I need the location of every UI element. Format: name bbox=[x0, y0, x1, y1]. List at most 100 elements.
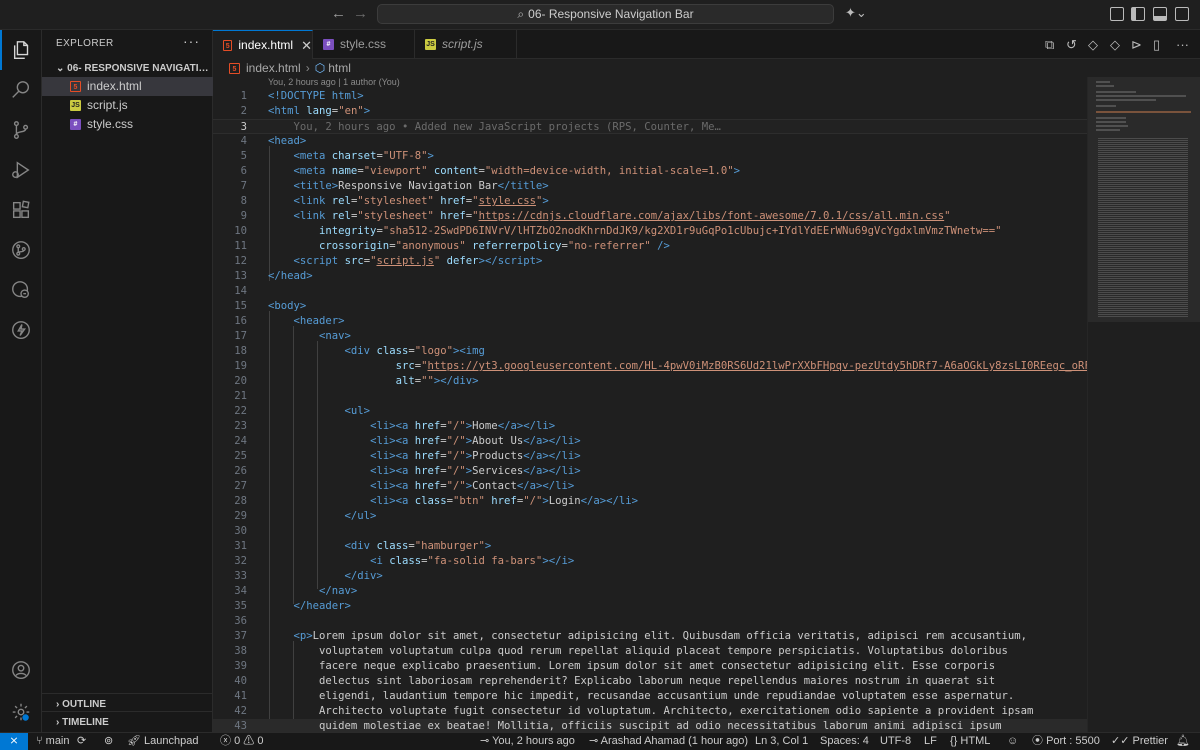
js-file-icon: JS bbox=[70, 100, 81, 111]
logo-src-link[interactable]: https://yt3.googleusercontent.com/HL-4pw… bbox=[427, 360, 1087, 372]
branch-label: main bbox=[45, 735, 70, 747]
launchpad-item[interactable]: 🚀︎ Launchpad bbox=[127, 733, 198, 750]
customize-layout-icon[interactable] bbox=[1175, 7, 1189, 21]
author-status[interactable]: ⊸ Arashad Ahamad (1 hour ago) bbox=[589, 733, 748, 750]
remote-explorer-icon[interactable] bbox=[0, 270, 42, 310]
code-line: 17 <nav> bbox=[234, 330, 351, 342]
git-icon[interactable]: ⊚ bbox=[104, 733, 113, 750]
cursor-position[interactable]: Ln 3, Col 1 bbox=[755, 733, 808, 750]
file-item-script-js[interactable]: JS script.js bbox=[42, 96, 213, 115]
chevron-down-icon: ⌄ bbox=[56, 63, 68, 74]
sync-icon[interactable]: ⟳ bbox=[77, 733, 86, 750]
command-center-search[interactable]: ⌕ 06- Responsive Navigation Bar bbox=[377, 4, 834, 24]
branch-icon: ⑂ bbox=[36, 735, 46, 747]
stylesheet-link[interactable]: https://cdnjs.cloudflare.com/ajax/libs/f… bbox=[479, 210, 945, 222]
code-editor[interactable]: You, 2 hours ago | 1 author (You) 1 <!DOC… bbox=[213, 77, 1087, 732]
workspace-folder[interactable]: ⌄ 06- RESPONSIVE NAVIGATION ... bbox=[42, 60, 213, 78]
timeline-back-icon[interactable]: ↺ bbox=[1066, 37, 1077, 53]
problems-indicator[interactable]: ⓧ 0 ⚠ 0 bbox=[220, 733, 263, 750]
previous-change-icon[interactable]: ◇ bbox=[1088, 37, 1098, 53]
indentation[interactable]: Spaces: 4 bbox=[820, 733, 869, 750]
notifications-bell-icon[interactable]: 🔔︎ bbox=[1176, 733, 1190, 750]
code-line: 13 </head> bbox=[234, 270, 313, 282]
next-change-icon[interactable]: ◇ bbox=[1110, 37, 1120, 53]
more-actions-icon[interactable]: ··· bbox=[1176, 37, 1189, 52]
file-label: script.js bbox=[87, 98, 128, 112]
code-line: 18 <div class="logo"><img bbox=[234, 345, 485, 357]
remote-indicator-icon[interactable]: ⨯ bbox=[0, 733, 28, 750]
explorer-sidebar: EXPLORER ··· ⌄ 06- RESPONSIVE NAVIGATION… bbox=[42, 30, 213, 732]
more-actions-icon[interactable]: ··· bbox=[183, 33, 200, 49]
timeline-section[interactable]: › TIMELINE bbox=[42, 711, 213, 733]
code-line: 28 <li><a class="btn" href="/">Login</a>… bbox=[234, 495, 639, 507]
split-editor-icon[interactable]: ▯ bbox=[1153, 37, 1160, 53]
forward-arrow-icon[interactable]: → bbox=[353, 6, 368, 22]
double-check-icon: ✓✓ bbox=[1111, 735, 1133, 747]
code-line: 7 <title>Responsive Navigation Bar</titl… bbox=[240, 180, 549, 192]
open-preview-icon[interactable]: ⧉ bbox=[1045, 37, 1054, 53]
close-icon[interactable]: ✕ bbox=[301, 31, 312, 60]
commit-icon: ⊸ bbox=[480, 735, 493, 747]
code-line: 26 <li><a href="/">Services</a></li> bbox=[234, 465, 581, 477]
file-item-style-css[interactable]: # style.css bbox=[42, 115, 213, 134]
html-file-icon: 5 bbox=[223, 39, 233, 51]
lightning-icon[interactable] bbox=[0, 310, 42, 350]
manage-gear-icon[interactable] bbox=[0, 692, 42, 732]
accounts-icon[interactable] bbox=[0, 650, 42, 690]
file-item-index-html[interactable]: 5 index.html bbox=[42, 77, 213, 96]
source-control-icon[interactable] bbox=[0, 110, 42, 150]
branch-indicator[interactable]: ⑂ main bbox=[36, 733, 70, 750]
workspace-folder-label: 06- RESPONSIVE NAVIGATION ... bbox=[67, 63, 213, 74]
encoding[interactable]: UTF-8 bbox=[880, 733, 911, 750]
language-mode[interactable]: {} HTML bbox=[950, 733, 990, 750]
file-label: index.html bbox=[87, 79, 142, 93]
explorer-icon[interactable] bbox=[0, 30, 42, 70]
commit-icon: ⊸ bbox=[589, 735, 601, 747]
paragraph-text: facere neque explicabo praesentium. Lore… bbox=[319, 660, 996, 672]
paragraph-text: quidem molestiae ex beatae! Mollitia, of… bbox=[319, 720, 1002, 732]
toggle-secondary-sidebar-icon[interactable] bbox=[1153, 7, 1167, 21]
prettier-label: Prettier bbox=[1132, 735, 1168, 747]
code-line: 27 <li><a href="/">Contact</a></li> bbox=[234, 480, 575, 492]
code-line: 16 <header> bbox=[234, 315, 345, 327]
author-label: Arashad Ahamad (1 hour ago) bbox=[600, 735, 749, 747]
tab-style-css[interactable]: # style.css bbox=[313, 30, 415, 59]
toggle-primary-sidebar-icon[interactable] bbox=[1110, 7, 1124, 21]
paragraph-text: delectus sint laboriosam reprehenderit? … bbox=[319, 675, 996, 687]
rocket-icon: 🚀︎ bbox=[127, 735, 145, 747]
code-line: 14 bbox=[234, 285, 247, 297]
line-ending[interactable]: LF bbox=[924, 733, 937, 750]
code-line: 29 </ul> bbox=[234, 510, 377, 522]
js-file-icon: JS bbox=[425, 39, 436, 50]
prettier-status[interactable]: ✓✓ Prettier bbox=[1111, 733, 1168, 750]
tab-index-html[interactable]: 5 index.html ✕ bbox=[213, 30, 313, 59]
search-icon[interactable] bbox=[0, 70, 42, 110]
tab-script-js[interactable]: JS script.js bbox=[415, 30, 517, 59]
breadcrumb-file[interactable]: index.html bbox=[246, 59, 301, 77]
run-debug-icon[interactable] bbox=[0, 150, 42, 190]
live-server-port[interactable]: ⦿ Port : 5500 bbox=[1032, 733, 1100, 750]
code-line: 10 integrity="sha512-2SwdPD6INVrV/lHTZbO… bbox=[234, 225, 1002, 237]
git-graph-icon[interactable] bbox=[0, 230, 42, 270]
title-bar: ← → ⌕ 06- Responsive Navigation Bar ✦⌄ bbox=[0, 0, 1200, 30]
code-line: 34 </nav> bbox=[234, 585, 358, 597]
language-label: HTML bbox=[960, 735, 991, 747]
copilot-status-icon[interactable]: ☺ bbox=[1007, 733, 1018, 750]
explorer-title: EXPLORER bbox=[56, 38, 114, 49]
paragraph-text: Architecto voluptate fugit consectetur i… bbox=[319, 705, 1034, 717]
breadcrumb-node[interactable]: html bbox=[328, 59, 351, 77]
minimap-text-block bbox=[1098, 137, 1188, 317]
toggle-panel-icon[interactable] bbox=[1131, 7, 1145, 21]
code-line: 8 <link rel="stylesheet" href="style.css… bbox=[240, 195, 549, 207]
code-line: 2 <html lang="en"> bbox=[240, 105, 371, 117]
minimap[interactable] bbox=[1087, 77, 1200, 732]
extensions-icon[interactable] bbox=[0, 190, 42, 230]
copilot-icon[interactable]: ✦⌄ bbox=[845, 5, 867, 20]
code-line: 40 delectus sint laboriosam reprehenderi… bbox=[234, 675, 996, 687]
git-blame-status[interactable]: ⊸ You, 2 hours ago bbox=[480, 733, 575, 750]
tab-label: style.css bbox=[340, 37, 387, 51]
run-icon[interactable]: ⊳ bbox=[1131, 37, 1142, 53]
back-arrow-icon[interactable]: ← bbox=[331, 6, 346, 22]
inline-blame: You, 2 hours ago • Added new JavaScript … bbox=[293, 121, 721, 133]
code-line: 33 </div> bbox=[234, 570, 383, 582]
